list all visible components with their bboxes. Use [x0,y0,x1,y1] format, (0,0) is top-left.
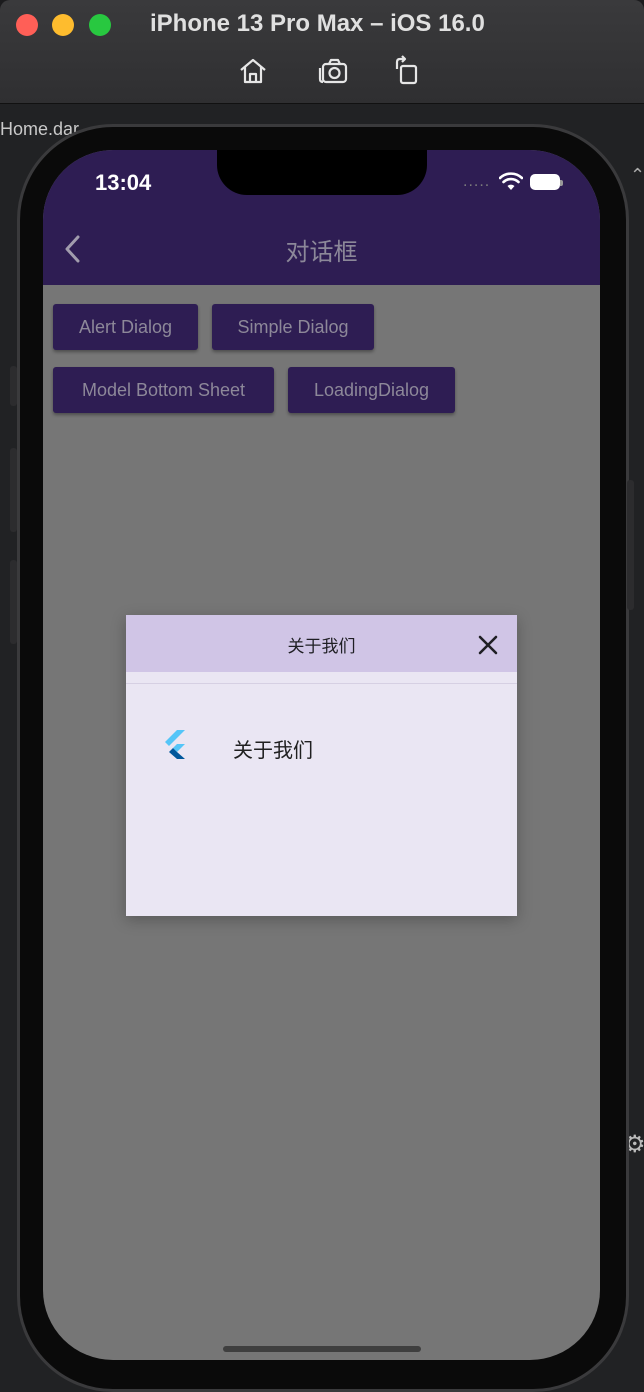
silent-switch [10,366,17,406]
page-title: 对话框 [285,239,358,266]
dialog-divider [126,683,517,684]
close-window-button[interactable] [16,14,38,36]
volume-up-button [10,448,17,532]
dialog-header: 关于我们 [126,615,517,672]
home-icon[interactable] [237,55,269,87]
flutter-logo-icon [165,730,185,759]
about-dialog: 关于我们 关于我们 [126,615,517,916]
volume-down-button [10,560,17,644]
power-button [627,480,634,610]
ide-chevron-icon: ⌃ [630,165,644,185]
notch [217,150,427,195]
model-bottom-sheet-button[interactable]: Model Bottom Sheet [53,367,274,413]
simple-dialog-button[interactable]: Simple Dialog [212,304,374,350]
rotate-icon[interactable] [391,55,423,87]
status-time: 13:04 [95,170,152,195]
zoom-window-button[interactable] [89,14,111,36]
loading-dialog-button[interactable]: LoadingDialog [288,367,455,413]
wifi-icon [499,172,523,190]
simulator-title-bar: iPhone 13 Pro Max – iOS 16.0 [0,0,644,104]
screenshot-icon[interactable] [318,55,350,87]
cellular-signal: ..... [463,173,491,190]
phone-screen: 13:04 ..... 对话框 Alert Dialog Simple Dial… [43,150,600,1360]
close-icon[interactable] [475,632,501,658]
home-indicator[interactable] [223,1346,421,1352]
window-title: iPhone 13 Pro Max – iOS 16.0 [150,10,485,37]
dialog-item-label[interactable]: 关于我们 [233,734,313,763]
dialog-title: 关于我们 [287,637,356,656]
battery-icon [530,174,563,190]
minimize-window-button[interactable] [52,14,74,36]
alert-dialog-button[interactable]: Alert Dialog [53,304,198,350]
